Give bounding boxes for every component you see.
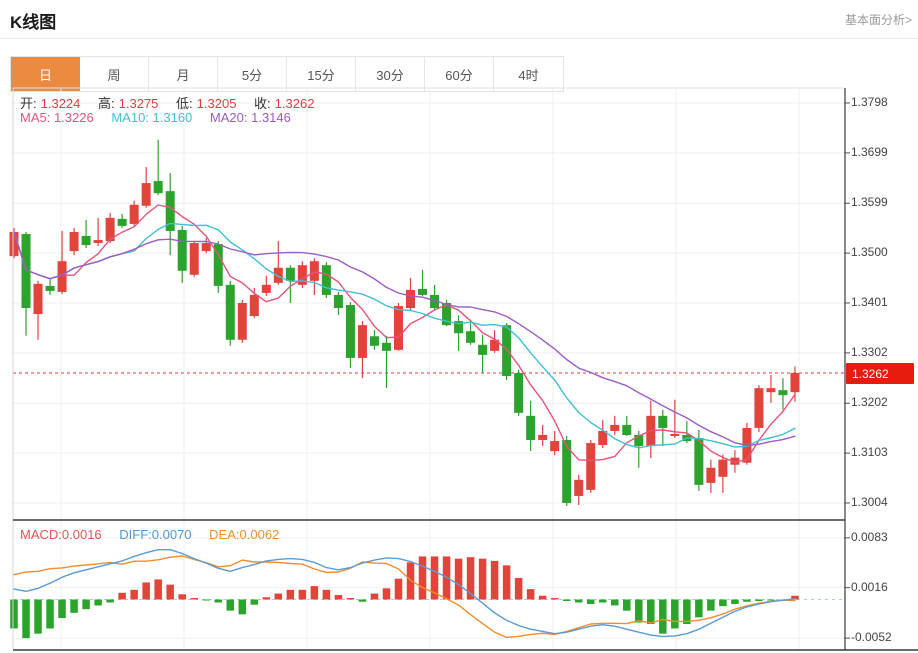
price-axis-label: 1.3599 [851,195,888,209]
price-axis-label: 1.3302 [851,345,888,359]
high-label: 高: [98,96,115,111]
open-label: 开: [20,96,37,111]
price-axis-label: 1.3699 [851,145,888,159]
chart-area: 开: 1.3224 高: 1.3275 低: 1.3205 收: 1.3262 MA5:… [0,0,918,653]
price-axis-label: 1.3401 [851,295,888,309]
low-label: 低: [176,96,193,111]
current-price-badge: 1.3262 [846,363,914,384]
macd-axis-label: 0.0016 [851,580,888,594]
low-value: 1.3205 [197,96,237,111]
macd-value: MACD:0.0016 [20,527,102,542]
macd-axis-label: -0.0052 [851,630,892,644]
ma10-legend: MA10: 1.3160 [111,110,192,125]
price-axis-label: 1.3798 [851,95,888,109]
price-axis-label: 1.3004 [851,495,888,509]
dea-value: DEA:0.0062 [209,527,279,542]
ma20-legend: MA20: 1.3146 [210,110,291,125]
macd-legend: MACD:0.0016 DIFF:0.0070 DEA:0.0062 [20,527,283,542]
close-value: 1.3262 [275,96,315,111]
close-label: 收: [254,96,271,111]
ma5-legend: MA5: 1.3226 [20,110,94,125]
high-value: 1.3275 [119,96,159,111]
ma-legend: MA5: 1.3226 MA10: 1.3160 MA20: 1.3146 [20,110,295,125]
macd-axis-label: 0.0083 [851,530,888,544]
price-axis-label: 1.3103 [851,445,888,459]
price-axis-label: 1.3500 [851,245,888,259]
open-value: 1.3224 [41,96,81,111]
price-axis-label: 1.3202 [851,395,888,409]
diff-value: DIFF:0.0070 [119,527,191,542]
kline-page: K线图 基本面分析> 日周月5分15分30分60分4时 开:1.3224 高:1… [0,0,918,653]
